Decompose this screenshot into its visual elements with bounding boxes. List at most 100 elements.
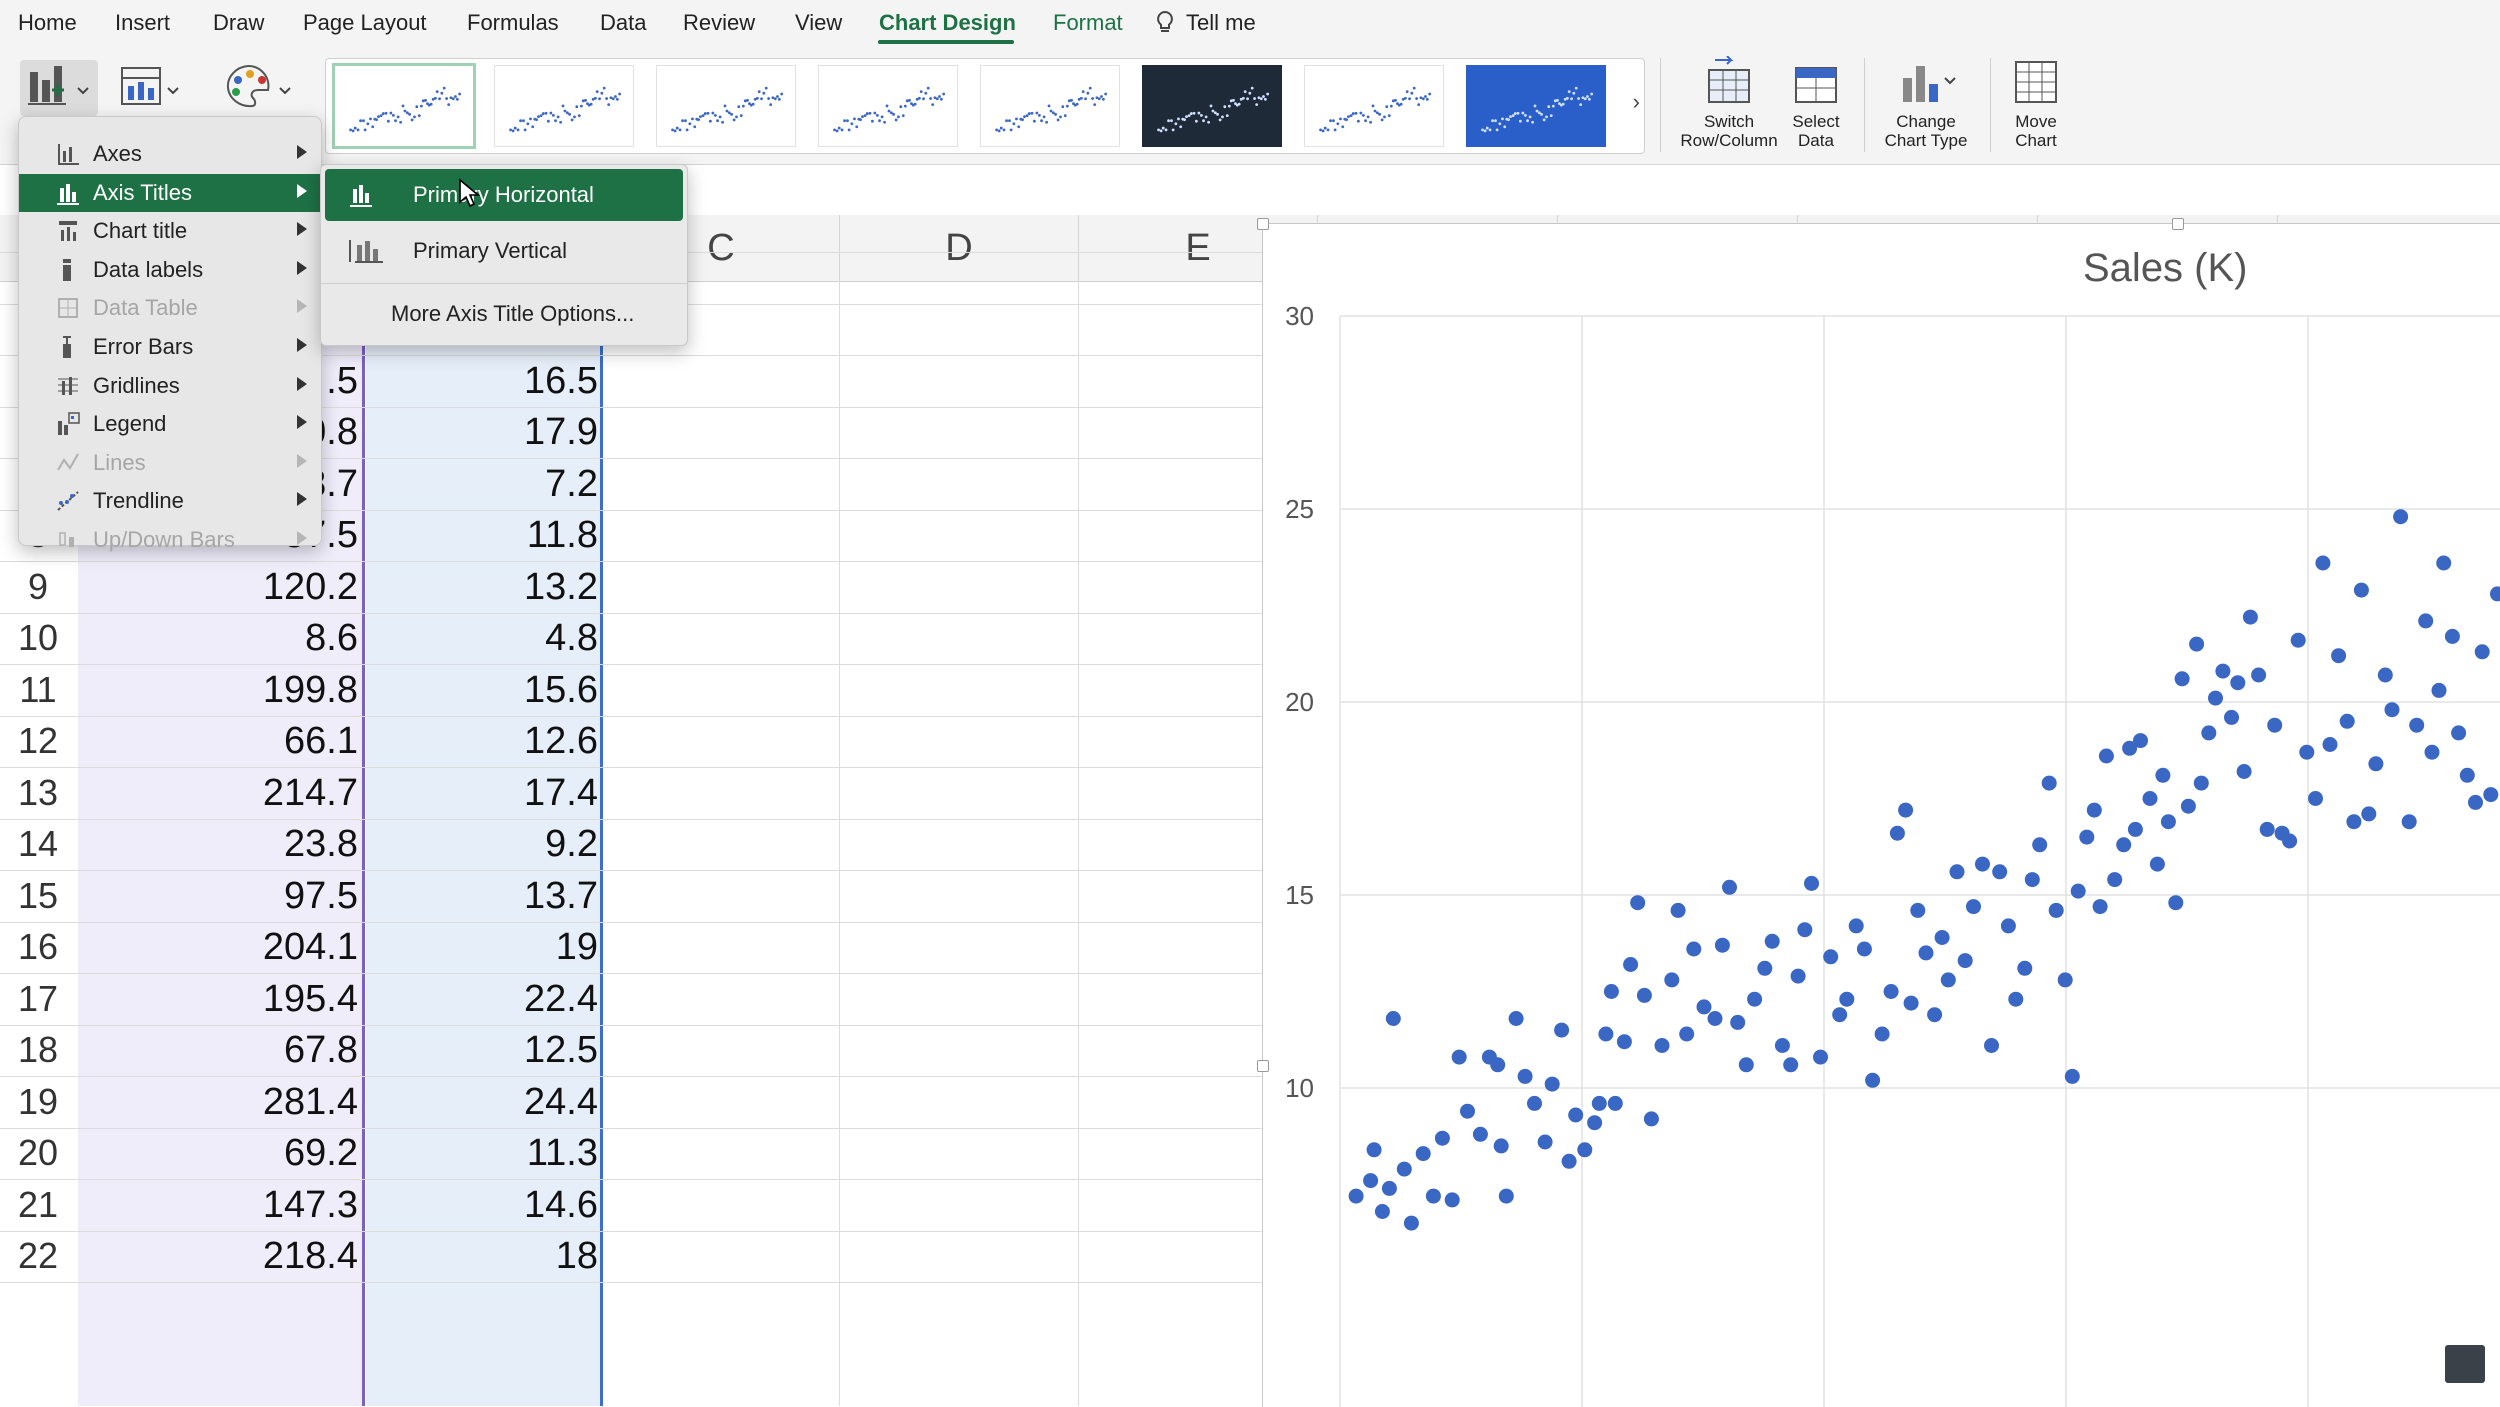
data-point[interactable]: [2242, 609, 2258, 625]
data-point[interactable]: [1385, 1011, 1401, 1026]
row-number[interactable]: 13: [0, 772, 76, 814]
cell-column-a[interactable]: 120.2: [78, 566, 358, 609]
data-point[interactable]: [2086, 802, 2102, 818]
data-point[interactable]: [1630, 895, 1646, 911]
data-point[interactable]: [1774, 1038, 1790, 1053]
data-point[interactable]: [1363, 1173, 1379, 1189]
data-point[interactable]: [1832, 1007, 1848, 1023]
menu-item-trendline[interactable]: Trendline: [19, 482, 321, 520]
tab-home[interactable]: Home: [18, 10, 77, 36]
data-point[interactable]: [2474, 644, 2490, 660]
data-point[interactable]: [2236, 764, 2252, 779]
data-point[interactable]: [2201, 725, 2217, 741]
data-point[interactable]: [2251, 667, 2267, 683]
chart-style-1[interactable]: [332, 63, 476, 149]
data-point[interactable]: [2193, 775, 2209, 791]
row-number[interactable]: 20: [0, 1132, 76, 1174]
data-point[interactable]: [2041, 775, 2057, 791]
data-point[interactable]: [1374, 1204, 1390, 1219]
row-number[interactable]: 22: [0, 1235, 76, 1277]
data-point[interactable]: [2393, 509, 2409, 525]
data-point[interactable]: [1903, 995, 1919, 1011]
tab-review[interactable]: Review: [683, 10, 755, 36]
row-number[interactable]: 14: [0, 823, 76, 865]
data-point[interactable]: [1757, 960, 1773, 976]
cell-column-a[interactable]: 195.4: [78, 978, 358, 1021]
data-point[interactable]: [1544, 1076, 1560, 1092]
data-point[interactable]: [2180, 798, 2196, 814]
data-point[interactable]: [1679, 1026, 1695, 1042]
cell-column-a[interactable]: 66.1: [78, 720, 358, 763]
data-point[interactable]: [2092, 899, 2108, 915]
tab-page-layout[interactable]: Page Layout: [303, 10, 427, 36]
data-point[interactable]: [1992, 864, 2008, 880]
data-point[interactable]: [2224, 709, 2239, 725]
data-point[interactable]: [2368, 756, 2384, 772]
cell-column-a[interactable]: 281.4: [78, 1081, 358, 1124]
tab-draw[interactable]: Draw: [213, 10, 264, 36]
data-point[interactable]: [1730, 1014, 1746, 1030]
data-point[interactable]: [1865, 1072, 1881, 1088]
more-axis-title-options-item[interactable]: More Axis Title Options...: [391, 301, 634, 327]
data-point[interactable]: [1636, 987, 1652, 1003]
data-point[interactable]: [2436, 555, 2452, 571]
data-point[interactable]: [1568, 1107, 1584, 1123]
data-point[interactable]: [2490, 586, 2500, 602]
data-point[interactable]: [1527, 1095, 1542, 1111]
data-point[interactable]: [1790, 968, 1806, 984]
data-point[interactable]: [1537, 1134, 1553, 1150]
data-point[interactable]: [2451, 725, 2467, 741]
data-point[interactable]: [2160, 814, 2176, 830]
data-point[interactable]: [1883, 984, 1899, 999]
data-point[interactable]: [2174, 671, 2190, 687]
tab-format[interactable]: Format: [1053, 10, 1123, 36]
cell-column-b[interactable]: 12.6: [366, 720, 598, 763]
data-point[interactable]: [1949, 864, 1965, 880]
row-number[interactable]: 15: [0, 875, 76, 917]
data-point[interactable]: [1918, 945, 1934, 961]
data-point[interactable]: [1591, 1095, 1607, 1111]
data-point[interactable]: [2431, 682, 2447, 698]
data-point[interactable]: [1587, 1115, 1603, 1131]
data-point[interactable]: [1451, 1049, 1467, 1065]
data-point[interactable]: [1686, 941, 1702, 957]
tab-insert[interactable]: Insert: [115, 10, 170, 36]
chart-style-4[interactable]: [818, 65, 958, 147]
data-point[interactable]: [1898, 802, 1914, 818]
data-point[interactable]: [2133, 733, 2148, 749]
data-point[interactable]: [2142, 791, 2158, 806]
primary-vertical-item[interactable]: Primary Vertical: [325, 225, 683, 277]
tab-view[interactable]: View: [795, 10, 842, 36]
data-point[interactable]: [1813, 1049, 1828, 1065]
data-point[interactable]: [2290, 632, 2306, 648]
data-point[interactable]: [2424, 744, 2440, 760]
data-point[interactable]: [1927, 1007, 1943, 1023]
data-point[interactable]: [2070, 883, 2086, 899]
data-point[interactable]: [1517, 1068, 1533, 1084]
data-point[interactable]: [1804, 875, 1819, 891]
data-point[interactable]: [1934, 930, 1950, 945]
data-point[interactable]: [2098, 748, 2114, 764]
data-point[interactable]: [2384, 702, 2400, 718]
data-point[interactable]: [1403, 1215, 1419, 1231]
data-point[interactable]: [2339, 713, 2355, 729]
chart-style-5[interactable]: [980, 65, 1120, 147]
data-point[interactable]: [1444, 1192, 1460, 1208]
cell-column-b[interactable]: 4.8: [366, 617, 598, 660]
data-point[interactable]: [1670, 902, 1686, 918]
chart-style-2[interactable]: [494, 65, 634, 147]
data-point[interactable]: [1498, 1188, 1514, 1204]
data-point[interactable]: [2116, 837, 2132, 853]
row-number[interactable]: 18: [0, 1029, 76, 1071]
cell-column-a[interactable]: 199.8: [78, 669, 358, 712]
cell-column-b[interactable]: 7.2: [366, 463, 598, 506]
data-point[interactable]: [1874, 1026, 1890, 1042]
cell-column-a[interactable]: 147.3: [78, 1184, 358, 1227]
data-point[interactable]: [1975, 856, 1990, 872]
data-point[interactable]: [2282, 833, 2298, 849]
data-point[interactable]: [2107, 872, 2123, 888]
cell-column-b[interactable]: 18: [366, 1235, 598, 1278]
data-point[interactable]: [2017, 960, 2033, 976]
cell-column-b[interactable]: 13.2: [366, 566, 598, 609]
chart-style-7[interactable]: [1304, 65, 1444, 147]
